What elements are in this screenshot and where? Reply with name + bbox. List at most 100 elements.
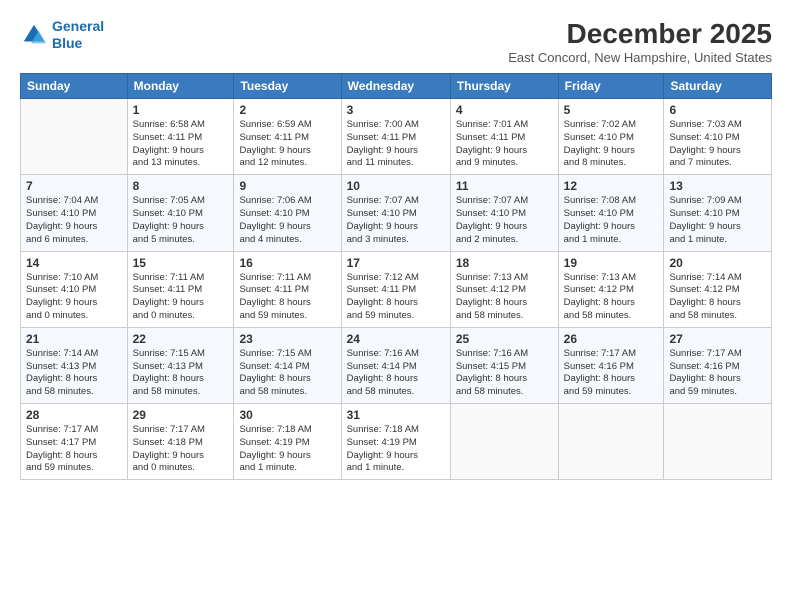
- main-title: December 2025: [508, 18, 772, 50]
- calendar-cell: 9Sunrise: 7:06 AM Sunset: 4:10 PM Daylig…: [234, 175, 341, 251]
- calendar-cell: 21 Sunrise: 7:14 AM Sunset: 4:13 PM Dayli…: [21, 327, 128, 403]
- calendar-cell: 23Sunrise: 7:15 AM Sunset: 4:14 PM Dayli…: [234, 327, 341, 403]
- header-day-saturday: Saturday: [664, 74, 772, 99]
- day-number: 26: [564, 332, 659, 346]
- week-row-1: 7 Sunrise: 7:04 AM Sunset: 4:10 PM Daylig…: [21, 175, 772, 251]
- calendar-cell: [664, 404, 772, 480]
- title-block: December 2025 East Concord, New Hampshir…: [508, 18, 772, 65]
- day-info: Sunrise: 7:13 AM Sunset: 4:12 PM Dayligh…: [456, 272, 553, 323]
- day-number: 19: [564, 256, 659, 270]
- calendar-cell: 20 Sunrise: 7:14 AM Sunset: 4:12 PM Dayli…: [664, 251, 772, 327]
- logo: General Blue: [20, 18, 104, 52]
- day-number: 1: [133, 103, 229, 117]
- day-number: 30: [239, 408, 335, 422]
- day-number: 25: [456, 332, 553, 346]
- day-info: Sunrise: 7:07 AM Sunset: 4:10 PM Dayligh…: [456, 195, 553, 246]
- day-info: Sunrise: 7:17 AM Sunset: 4:16 PM Dayligh…: [564, 348, 659, 399]
- logo-line2: Blue: [52, 35, 82, 51]
- calendar-cell: 14 Sunrise: 7:10 AM Sunset: 4:10 PM Dayli…: [21, 251, 128, 327]
- calendar-cell: [21, 99, 128, 175]
- calendar-cell: 7 Sunrise: 7:04 AM Sunset: 4:10 PM Daylig…: [21, 175, 128, 251]
- calendar-cell: 24Sunrise: 7:16 AM Sunset: 4:14 PM Dayli…: [341, 327, 450, 403]
- calendar-cell: 26 Sunrise: 7:17 AM Sunset: 4:16 PM Dayli…: [558, 327, 664, 403]
- calendar-cell: 18Sunrise: 7:13 AM Sunset: 4:12 PM Dayli…: [450, 251, 558, 327]
- day-number: 21: [26, 332, 122, 346]
- calendar-cell: 29Sunrise: 7:17 AM Sunset: 4:18 PM Dayli…: [127, 404, 234, 480]
- calendar-cell: 6Sunrise: 7:03 AM Sunset: 4:10 PM Daylig…: [664, 99, 772, 175]
- day-info: Sunrise: 7:11 AM Sunset: 4:11 PM Dayligh…: [133, 272, 229, 323]
- day-info: Sunrise: 7:14 AM Sunset: 4:12 PM Dayligh…: [669, 272, 766, 323]
- day-info: Sunrise: 7:05 AM Sunset: 4:10 PM Dayligh…: [133, 195, 229, 246]
- header-day-wednesday: Wednesday: [341, 74, 450, 99]
- day-number: 17: [347, 256, 445, 270]
- header-row: SundayMondayTuesdayWednesdayThursdayFrid…: [21, 74, 772, 99]
- calendar-cell: 30 Sunrise: 7:18 AM Sunset: 4:19 PM Dayli…: [234, 404, 341, 480]
- day-number: 14: [26, 256, 122, 270]
- calendar-cell: 5Sunrise: 7:02 AM Sunset: 4:10 PM Daylig…: [558, 99, 664, 175]
- day-number: 22: [133, 332, 229, 346]
- logo-line1: General: [52, 18, 104, 34]
- header: General Blue December 2025 East Concord,…: [20, 18, 772, 65]
- day-number: 27: [669, 332, 766, 346]
- logo-icon: [20, 21, 48, 49]
- calendar-cell: 19 Sunrise: 7:13 AM Sunset: 4:12 PM Dayli…: [558, 251, 664, 327]
- day-info: Sunrise: 6:58 AM Sunset: 4:11 PM Dayligh…: [133, 119, 229, 170]
- day-info: Sunrise: 7:10 AM Sunset: 4:10 PM Dayligh…: [26, 272, 122, 323]
- calendar-cell: 12Sunrise: 7:08 AM Sunset: 4:10 PM Dayli…: [558, 175, 664, 251]
- header-day-tuesday: Tuesday: [234, 74, 341, 99]
- calendar-cell: 28Sunrise: 7:17 AM Sunset: 4:17 PM Dayli…: [21, 404, 128, 480]
- calendar-cell: 3Sunrise: 7:00 AM Sunset: 4:11 PM Daylig…: [341, 99, 450, 175]
- day-info: Sunrise: 7:18 AM Sunset: 4:19 PM Dayligh…: [239, 424, 335, 475]
- calendar-cell: 15 Sunrise: 7:11 AM Sunset: 4:11 PM Dayli…: [127, 251, 234, 327]
- day-info: Sunrise: 7:12 AM Sunset: 4:11 PM Dayligh…: [347, 272, 445, 323]
- calendar-cell: 16Sunrise: 7:11 AM Sunset: 4:11 PM Dayli…: [234, 251, 341, 327]
- day-info: Sunrise: 7:16 AM Sunset: 4:15 PM Dayligh…: [456, 348, 553, 399]
- day-info: Sunrise: 7:15 AM Sunset: 4:14 PM Dayligh…: [239, 348, 335, 399]
- day-info: Sunrise: 7:04 AM Sunset: 4:10 PM Dayligh…: [26, 195, 122, 246]
- calendar-cell: [558, 404, 664, 480]
- header-day-sunday: Sunday: [21, 74, 128, 99]
- week-row-3: 21 Sunrise: 7:14 AM Sunset: 4:13 PM Dayli…: [21, 327, 772, 403]
- day-info: Sunrise: 7:18 AM Sunset: 4:19 PM Dayligh…: [347, 424, 445, 475]
- calendar-cell: 17 Sunrise: 7:12 AM Sunset: 4:11 PM Dayli…: [341, 251, 450, 327]
- week-row-4: 28Sunrise: 7:17 AM Sunset: 4:17 PM Dayli…: [21, 404, 772, 480]
- day-info: Sunrise: 7:16 AM Sunset: 4:14 PM Dayligh…: [347, 348, 445, 399]
- day-info: Sunrise: 7:14 AM Sunset: 4:13 PM Dayligh…: [26, 348, 122, 399]
- day-number: 31: [347, 408, 445, 422]
- day-info: Sunrise: 7:01 AM Sunset: 4:11 PM Dayligh…: [456, 119, 553, 170]
- calendar-cell: 27Sunrise: 7:17 AM Sunset: 4:16 PM Dayli…: [664, 327, 772, 403]
- day-number: 10: [347, 179, 445, 193]
- day-number: 11: [456, 179, 553, 193]
- day-info: Sunrise: 7:13 AM Sunset: 4:12 PM Dayligh…: [564, 272, 659, 323]
- day-info: Sunrise: 7:07 AM Sunset: 4:10 PM Dayligh…: [347, 195, 445, 246]
- week-row-0: 1 Sunrise: 6:58 AM Sunset: 4:11 PM Daylig…: [21, 99, 772, 175]
- calendar-cell: 1 Sunrise: 6:58 AM Sunset: 4:11 PM Daylig…: [127, 99, 234, 175]
- day-info: Sunrise: 7:02 AM Sunset: 4:10 PM Dayligh…: [564, 119, 659, 170]
- day-number: 8: [133, 179, 229, 193]
- calendar-cell: [450, 404, 558, 480]
- day-number: 16: [239, 256, 335, 270]
- day-info: Sunrise: 7:08 AM Sunset: 4:10 PM Dayligh…: [564, 195, 659, 246]
- calendar-cell: 31 Sunrise: 7:18 AM Sunset: 4:19 PM Dayli…: [341, 404, 450, 480]
- day-info: Sunrise: 6:59 AM Sunset: 4:11 PM Dayligh…: [239, 119, 335, 170]
- calendar-cell: 4Sunrise: 7:01 AM Sunset: 4:11 PM Daylig…: [450, 99, 558, 175]
- calendar-cell: 8 Sunrise: 7:05 AM Sunset: 4:10 PM Daylig…: [127, 175, 234, 251]
- day-number: 7: [26, 179, 122, 193]
- page: General Blue December 2025 East Concord,…: [0, 0, 792, 612]
- day-number: 2: [239, 103, 335, 117]
- calendar-header: SundayMondayTuesdayWednesdayThursdayFrid…: [21, 74, 772, 99]
- calendar-cell: 25 Sunrise: 7:16 AM Sunset: 4:15 PM Dayli…: [450, 327, 558, 403]
- header-day-thursday: Thursday: [450, 74, 558, 99]
- day-number: 13: [669, 179, 766, 193]
- calendar-cell: 2 Sunrise: 6:59 AM Sunset: 4:11 PM Daylig…: [234, 99, 341, 175]
- calendar-table: SundayMondayTuesdayWednesdayThursdayFrid…: [20, 73, 772, 480]
- header-day-friday: Friday: [558, 74, 664, 99]
- calendar-cell: 10 Sunrise: 7:07 AM Sunset: 4:10 PM Dayli…: [341, 175, 450, 251]
- calendar-cell: 13Sunrise: 7:09 AM Sunset: 4:10 PM Dayli…: [664, 175, 772, 251]
- day-number: 20: [669, 256, 766, 270]
- day-number: 3: [347, 103, 445, 117]
- day-info: Sunrise: 7:17 AM Sunset: 4:17 PM Dayligh…: [26, 424, 122, 475]
- day-number: 15: [133, 256, 229, 270]
- day-info: Sunrise: 7:17 AM Sunset: 4:18 PM Dayligh…: [133, 424, 229, 475]
- calendar-cell: 22Sunrise: 7:15 AM Sunset: 4:13 PM Dayli…: [127, 327, 234, 403]
